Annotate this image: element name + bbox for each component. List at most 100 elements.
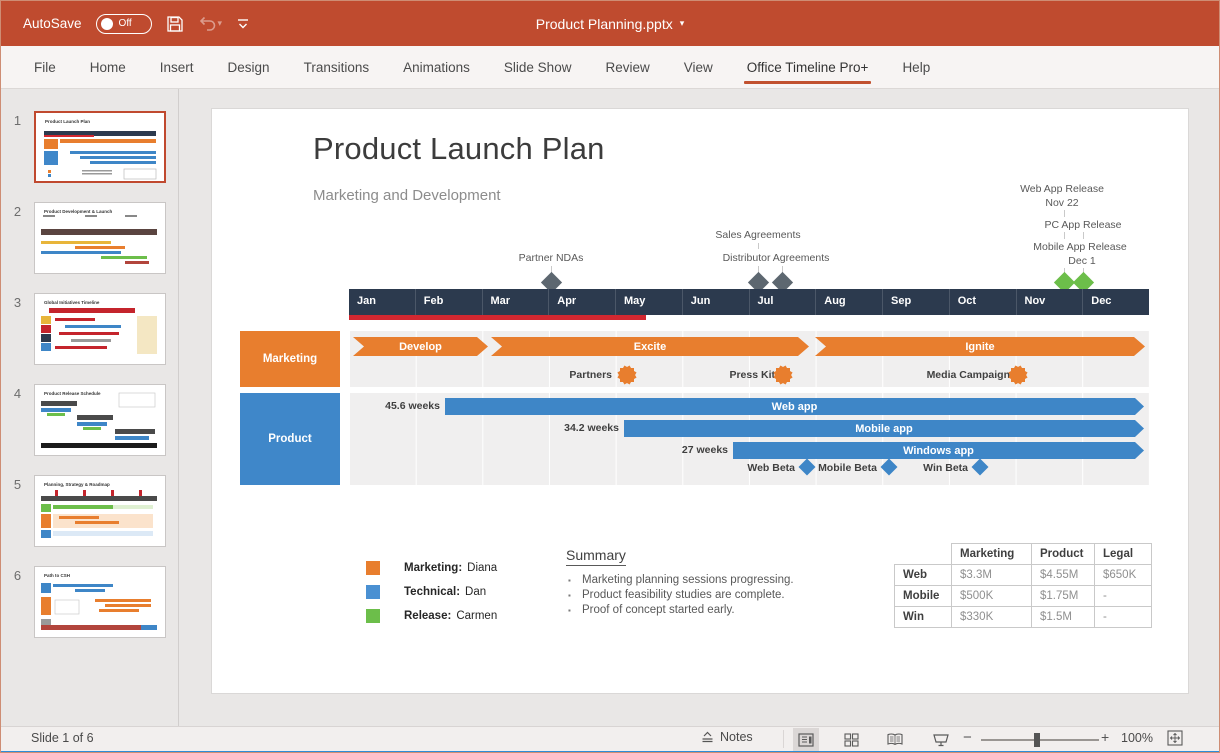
task-bar-web-app[interactable]: Web app	[445, 398, 1144, 415]
leader-line	[1064, 232, 1065, 239]
summary-bullet: Marketing planning sessions progressing.	[566, 574, 866, 586]
reading-view-button[interactable]	[882, 728, 908, 751]
tab-insert[interactable]: Insert	[143, 46, 211, 88]
thumbnail-number: 1	[1, 111, 34, 183]
slide-subtitle[interactable]: Marketing and Development	[313, 187, 501, 204]
phase-bar-develop[interactable]: Develop	[353, 337, 488, 356]
slide-show-icon	[933, 733, 949, 747]
zoom-level[interactable]: 100%	[1121, 731, 1153, 745]
legend[interactable]: Marketing: Diana Technical: Dan Release:…	[366, 561, 497, 633]
normal-view-button[interactable]	[793, 728, 819, 751]
progress-indicator-bar[interactable]	[349, 315, 646, 320]
slide-sorter-view-button[interactable]	[838, 728, 864, 751]
table-cell: $650K	[1095, 565, 1152, 586]
table-row-label-mobile: Mobile	[895, 586, 952, 607]
summary-bullet: Product feasibility studies are complete…	[566, 589, 866, 601]
slide-thumbnail-4[interactable]: Product Release Schedule	[34, 384, 166, 456]
quick-access-dropdown-icon[interactable]	[236, 18, 250, 30]
reading-view-icon	[887, 733, 903, 746]
zoom-out-button[interactable]: −	[963, 729, 972, 746]
slide-thumbnail-3[interactable]: Global Initiatives Timeline	[34, 293, 166, 365]
slide-indicator: Slide 1 of 6	[31, 731, 94, 745]
tab-animations[interactable]: Animations	[386, 46, 487, 88]
table-cell: $1.5M	[1032, 607, 1095, 628]
thumbnail-number: 3	[1, 293, 34, 365]
legend-item-marketing: Marketing: Diana	[366, 561, 497, 575]
notes-icon	[701, 731, 714, 743]
notes-button[interactable]: Notes	[701, 730, 753, 744]
slide-show-button[interactable]	[928, 728, 954, 751]
leader-line	[1083, 232, 1084, 239]
thumbnail-title: Product Development & Launch	[44, 209, 112, 214]
phase-bar-excite[interactable]: Excite	[491, 337, 809, 356]
thumbnail-number: 5	[1, 475, 34, 547]
budget-table[interactable]: Marketing Product Legal Web $3.3M $4.55M…	[894, 543, 1152, 628]
tab-help[interactable]: Help	[885, 46, 947, 88]
powerpoint-window: AutoSave Off ▾ P	[0, 0, 1220, 753]
duration-label-mobile-app: 34.2 weeks	[532, 422, 619, 434]
slide-title[interactable]: Product Launch Plan	[313, 131, 605, 167]
slide-thumbnail-panel: 1 Product Launch Plan 2	[1, 89, 179, 726]
phase-bar-ignite[interactable]: Ignite	[815, 337, 1145, 356]
product-row-header[interactable]: Product	[240, 393, 340, 485]
month-cell: May	[615, 289, 682, 315]
divider	[783, 730, 784, 748]
beta-label-web: Web Beta	[742, 462, 795, 474]
month-cell: Aug	[815, 289, 882, 315]
month-cell: Feb	[415, 289, 482, 315]
timeline-month-band[interactable]: Jan Feb Mar Apr May Jun Jul Aug Sep Oct …	[349, 289, 1149, 315]
document-title[interactable]: Product Planning.pptx ▾	[536, 1, 685, 46]
milestone-label-partner-ndas: Partner NDAs	[519, 252, 584, 264]
slide-sorter-icon	[844, 733, 859, 747]
task-bar-windows-app[interactable]: Windows app	[733, 442, 1144, 459]
slide-canvas[interactable]: Product Launch Plan Marketing and Develo…	[212, 109, 1188, 693]
tab-slide-show[interactable]: Slide Show	[487, 46, 589, 88]
thumbnail-title: Path to CSH	[44, 573, 70, 578]
duration-label-windows-app: 27 weeks	[642, 444, 728, 456]
zoom-slider-handle[interactable]	[1034, 733, 1040, 747]
workspace: 1 Product Launch Plan 2	[1, 89, 1219, 726]
legend-swatch-blue	[366, 585, 380, 599]
zoom-slider-track[interactable]	[981, 739, 1099, 741]
table-header-legal: Legal	[1095, 544, 1152, 565]
tab-office-timeline-pro[interactable]: Office Timeline Pro+	[730, 46, 886, 88]
leader-line	[758, 243, 759, 249]
save-icon[interactable]	[166, 15, 184, 33]
tab-design[interactable]: Design	[211, 46, 287, 88]
burst-label-partners: Partners	[542, 369, 612, 381]
thumbnail-item-6: 6 Path to CSH	[1, 566, 178, 638]
tab-home[interactable]: Home	[73, 46, 143, 88]
undo-button[interactable]: ▾	[198, 16, 223, 32]
slide-thumbnail-5[interactable]: Planning, Strategy & Roadmap	[34, 475, 166, 547]
marketing-row-header[interactable]: Marketing	[240, 331, 340, 387]
autosave-label: AutoSave	[23, 16, 82, 31]
summary-heading: Summary	[566, 547, 626, 566]
beta-label-win: Win Beta	[918, 462, 968, 474]
tab-review[interactable]: Review	[588, 46, 666, 88]
summary-textbox[interactable]: Summary Marketing planning sessions prog…	[566, 547, 866, 619]
burst-marker-media-campaign[interactable]	[1011, 368, 1025, 382]
legend-item-release: Release: Carmen	[366, 609, 497, 623]
task-bar-mobile-app[interactable]: Mobile app	[624, 420, 1144, 437]
table-row-label-web: Web	[895, 565, 952, 586]
month-cell: Jun	[682, 289, 749, 315]
burst-marker-press-kit[interactable]	[776, 368, 790, 382]
slide-thumbnail-6[interactable]: Path to CSH	[34, 566, 166, 638]
tab-transitions[interactable]: Transitions	[287, 46, 387, 88]
month-cell: Nov	[1016, 289, 1083, 315]
tab-view[interactable]: View	[667, 46, 730, 88]
summary-bullet: Proof of concept started early.	[566, 604, 866, 616]
table-row: Mobile $500K $1.75M -	[895, 586, 1152, 607]
tab-file[interactable]: File	[17, 46, 73, 88]
slide-thumbnail-1[interactable]: Product Launch Plan	[34, 111, 166, 183]
slide-thumbnail-2[interactable]: Product Development & Launch	[34, 202, 166, 274]
status-bar: Slide 1 of 6 Notes	[1, 726, 1219, 751]
month-cell: Jul	[749, 289, 816, 315]
undo-dropdown-icon[interactable]: ▾	[218, 18, 223, 29]
month-cell: Dec	[1082, 289, 1149, 315]
burst-marker-partners[interactable]	[620, 368, 634, 382]
autosave-toggle[interactable]: Off	[96, 14, 152, 34]
milestone-date-web-app-release: Nov 22	[1045, 197, 1078, 209]
zoom-in-button[interactable]: +	[1101, 729, 1109, 745]
fit-to-window-button[interactable]	[1167, 730, 1183, 749]
